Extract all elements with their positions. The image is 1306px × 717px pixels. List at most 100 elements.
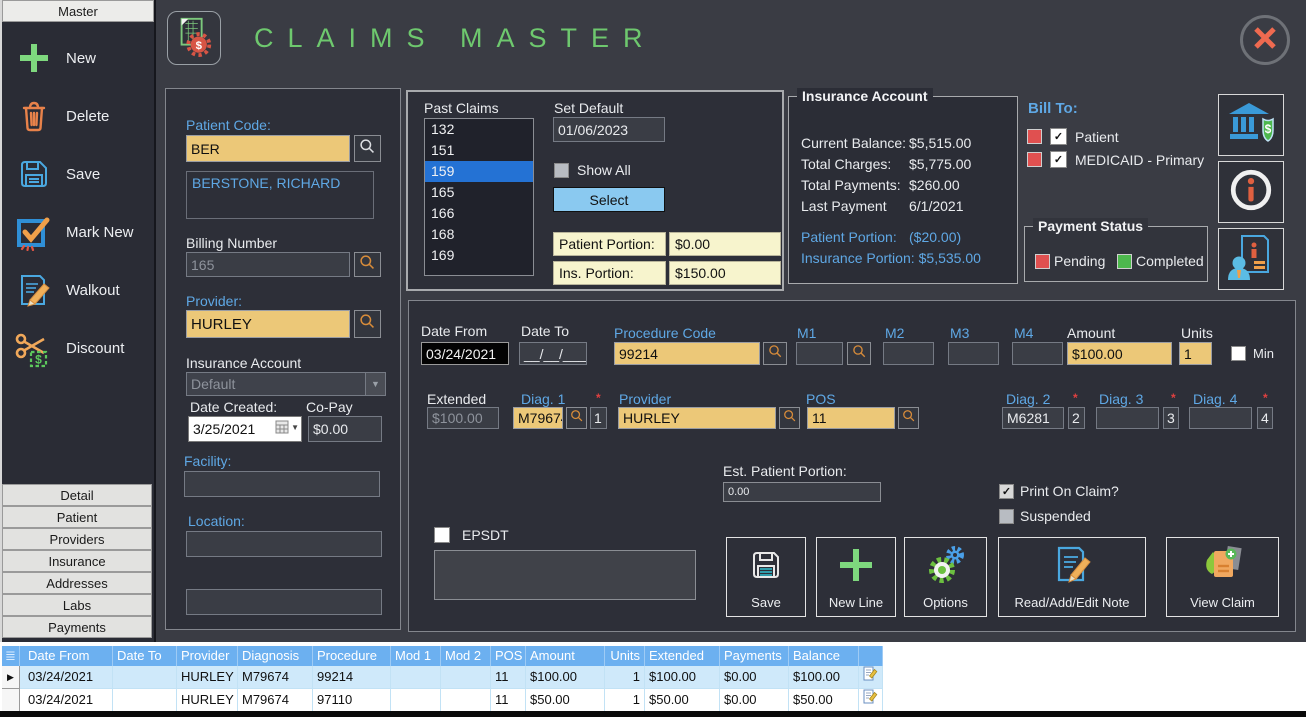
- cell-date-from[interactable]: 03/24/2021: [20, 666, 113, 689]
- select-button[interactable]: Select: [553, 187, 665, 212]
- tab-master[interactable]: Master: [2, 0, 154, 22]
- options-button[interactable]: Options: [904, 537, 987, 617]
- cell-diagnosis[interactable]: M79674: [238, 689, 313, 712]
- cell-balance[interactable]: $100.00: [789, 666, 859, 689]
- walkout-button[interactable]: Walkout: [14, 268, 154, 312]
- m4-input[interactable]: [1012, 342, 1063, 365]
- list-item[interactable]: 165: [425, 182, 533, 203]
- procedure-code-input[interactable]: 99214: [614, 342, 760, 365]
- info-button[interactable]: [1218, 161, 1284, 223]
- sidebar-item-addresses[interactable]: Addresses: [2, 572, 152, 594]
- facility-input[interactable]: [184, 471, 380, 497]
- list-item[interactable]: 132: [425, 119, 533, 140]
- cell-pos[interactable]: 11: [491, 666, 526, 689]
- m2-input[interactable]: [883, 342, 934, 365]
- patient-code-search-button[interactable]: [354, 135, 381, 162]
- line-provider-input[interactable]: HURLEY: [618, 407, 776, 429]
- list-item[interactable]: 169: [425, 245, 533, 266]
- cell-units[interactable]: 1: [605, 666, 645, 689]
- set-default-input[interactable]: 01/06/2023: [553, 117, 665, 142]
- epsdt-checkbox[interactable]: [434, 527, 450, 543]
- patient-info-button[interactable]: [1218, 228, 1284, 290]
- bill-to-medicaid-checkbox[interactable]: [1050, 151, 1067, 168]
- m1-input[interactable]: [796, 342, 843, 365]
- cell-date-to[interactable]: [113, 689, 177, 712]
- delete-button[interactable]: Delete: [14, 94, 154, 138]
- est-patient-portion-input[interactable]: 0.00: [723, 482, 881, 502]
- diag2-input[interactable]: M6281: [1002, 407, 1064, 429]
- read-add-edit-note-button[interactable]: Read/Add/Edit Note: [998, 537, 1146, 617]
- row-note-icon[interactable]: [859, 689, 883, 712]
- sidebar-item-providers[interactable]: Providers: [2, 528, 152, 550]
- suspended-checkbox[interactable]: [999, 509, 1014, 524]
- insurance-bank-button[interactable]: $: [1218, 94, 1284, 156]
- cell-date-to[interactable]: [113, 666, 177, 689]
- mark-new-button[interactable]: Mark New: [14, 210, 154, 254]
- sidebar-item-patient[interactable]: Patient: [2, 506, 152, 528]
- table-row[interactable]: ▶ 03/24/2021 HURLEY M79674 99214 11 $100…: [2, 666, 883, 689]
- ins-portion-value[interactable]: $150.00: [669, 261, 781, 285]
- pos-input[interactable]: 11: [807, 407, 895, 429]
- cell-balance[interactable]: $50.00: [789, 689, 859, 712]
- epsdt-textarea[interactable]: [434, 550, 696, 600]
- min-checkbox[interactable]: [1231, 346, 1246, 361]
- procedure-code-search-button[interactable]: [763, 342, 787, 365]
- extended-input[interactable]: $100.00: [427, 407, 499, 429]
- cell-amount[interactable]: $50.00: [526, 689, 605, 712]
- cell-provider[interactable]: HURLEY: [177, 689, 238, 712]
- billing-number-input[interactable]: 165: [186, 252, 350, 277]
- line-save-button[interactable]: Save: [726, 537, 806, 617]
- cell-mod2[interactable]: [441, 666, 491, 689]
- row-selector-arrow[interactable]: ▶: [2, 666, 20, 689]
- list-item[interactable]: 168: [425, 224, 533, 245]
- diag3-input[interactable]: [1096, 407, 1159, 429]
- sidebar-item-insurance[interactable]: Insurance: [2, 550, 152, 572]
- table-row[interactable]: 03/24/2021 HURLEY M79674 97110 11 $50.00…: [2, 689, 883, 712]
- date-to-input[interactable]: __/__/____: [519, 342, 587, 365]
- patient-code-input[interactable]: BER: [186, 135, 350, 162]
- past-claims-listbox[interactable]: 132 151 159 165 166 168 169: [424, 118, 534, 276]
- row-note-icon[interactable]: [859, 666, 883, 689]
- save-button[interactable]: Save: [14, 152, 154, 196]
- diag1-input[interactable]: M79674: [513, 407, 563, 429]
- provider-input[interactable]: HURLEY: [186, 310, 350, 338]
- cell-extended[interactable]: $50.00: [645, 689, 720, 712]
- diag4-input[interactable]: [1189, 407, 1252, 429]
- cell-mod1[interactable]: [391, 689, 441, 712]
- sidebar-item-payments[interactable]: Payments: [2, 616, 152, 638]
- diag1-search-button[interactable]: [566, 407, 587, 429]
- cell-mod2[interactable]: [441, 689, 491, 712]
- copay-input[interactable]: $0.00: [308, 416, 382, 442]
- units-input[interactable]: 1: [1179, 342, 1212, 365]
- cell-provider[interactable]: HURLEY: [177, 666, 238, 689]
- sidebar-item-labs[interactable]: Labs: [2, 594, 152, 616]
- new-line-button[interactable]: New Line: [816, 537, 896, 617]
- view-claim-button[interactable]: View Claim: [1166, 537, 1279, 617]
- cell-payments[interactable]: $0.00: [720, 666, 789, 689]
- cell-procedure[interactable]: 97110: [313, 689, 391, 712]
- extra-input[interactable]: [186, 589, 382, 615]
- date-from-input[interactable]: 03/24/2021: [421, 342, 509, 365]
- discount-button[interactable]: $ Discount: [14, 326, 154, 370]
- cell-mod1[interactable]: [391, 666, 441, 689]
- list-item[interactable]: 151: [425, 140, 533, 161]
- new-button[interactable]: New: [14, 36, 154, 80]
- location-input[interactable]: [186, 531, 382, 557]
- provider-search-button[interactable]: [354, 310, 381, 338]
- cell-extended[interactable]: $100.00: [645, 666, 720, 689]
- cell-payments[interactable]: $0.00: [720, 689, 789, 712]
- list-item-selected[interactable]: 159: [425, 161, 533, 182]
- line-provider-search-button[interactable]: [779, 407, 800, 429]
- cell-pos[interactable]: 11: [491, 689, 526, 712]
- date-created-picker[interactable]: 3/25/2021 ▼: [188, 416, 302, 442]
- pos-search-button[interactable]: [898, 407, 919, 429]
- patient-portion-value[interactable]: $0.00: [669, 232, 781, 256]
- cell-procedure[interactable]: 99214: [313, 666, 391, 689]
- cell-amount[interactable]: $100.00: [526, 666, 605, 689]
- billing-number-search-button[interactable]: [354, 252, 381, 277]
- cell-diagnosis[interactable]: M79674: [238, 666, 313, 689]
- bill-to-patient-checkbox[interactable]: [1050, 128, 1067, 145]
- cell-date-from[interactable]: 03/24/2021: [20, 689, 113, 712]
- close-button[interactable]: [1240, 15, 1290, 65]
- sidebar-item-detail[interactable]: Detail: [2, 484, 152, 506]
